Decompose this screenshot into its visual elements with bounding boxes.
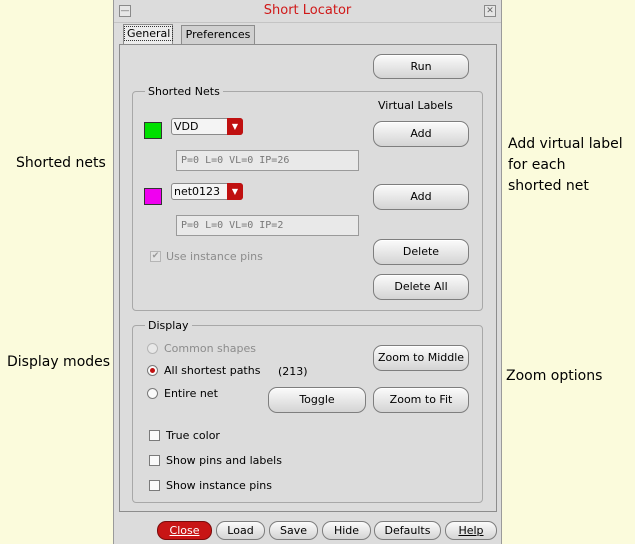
radio-all-shortest-paths-label: All shortest paths	[164, 364, 261, 377]
hide-button[interactable]: Hide	[322, 521, 371, 540]
tab-preferences[interactable]: Preferences	[181, 25, 255, 44]
net-select[interactable]: net0123 ▼	[171, 183, 243, 200]
close-window-icon[interactable]: ✕	[484, 5, 496, 17]
show-pins-and-labels-checkbox[interactable]	[149, 455, 160, 466]
virtual-labels-heading: Virtual Labels	[378, 99, 453, 112]
load-button[interactable]: Load	[216, 521, 265, 540]
tab-general[interactable]: General	[123, 24, 174, 44]
radio-common-shapes[interactable]	[147, 343, 158, 354]
zoom-to-fit-button[interactable]: Zoom to Fit	[373, 387, 469, 413]
chevron-down-icon[interactable]: ▼	[227, 183, 243, 200]
zoom-to-middle-button[interactable]: Zoom to Middle	[373, 345, 469, 371]
radio-all-shortest-paths[interactable]	[147, 365, 158, 376]
shorted-nets-legend: Shorted Nets	[148, 85, 220, 98]
use-instance-pins-checkbox[interactable]: ✔	[150, 251, 161, 262]
title-bar[interactable]: — Short Locator ✕	[114, 0, 501, 23]
true-color-label: True color	[166, 429, 220, 442]
window-title: Short Locator	[263, 3, 352, 18]
true-color-checkbox[interactable]	[149, 430, 160, 441]
annotation-virtual-label-line2: for each	[508, 157, 566, 173]
save-button[interactable]: Save	[269, 521, 318, 540]
annotation-virtual-label-line1: Add virtual label	[508, 136, 623, 152]
defaults-button[interactable]: Defaults	[374, 521, 441, 540]
net-info-field: P=0 L=0 VL=0 IP=26	[176, 150, 359, 171]
run-button[interactable]: Run	[373, 54, 469, 79]
net-info-field: P=0 L=0 VL=0 IP=2	[176, 215, 359, 236]
annotation-virtual-label-line3: shorted net	[508, 178, 589, 194]
annotation-shorted-nets: Shorted nets	[16, 155, 106, 171]
show-instance-pins-label: Show instance pins	[166, 479, 273, 492]
short-locator-dialog: — Short Locator ✕ General Preferences Ru…	[113, 0, 502, 544]
net-select[interactable]: VDD ▼	[171, 118, 243, 135]
radio-common-shapes-label: Common shapes	[164, 342, 256, 355]
help-button[interactable]: Help	[445, 521, 497, 540]
radio-entire-net-label: Entire net	[164, 387, 218, 400]
delete-all-button[interactable]: Delete All	[373, 274, 469, 300]
net-color-swatch[interactable]	[144, 122, 162, 139]
annotation-display-modes: Display modes	[7, 354, 111, 370]
add-virtual-label-button[interactable]: Add	[373, 121, 469, 147]
use-instance-pins-label: Use instance pins	[166, 250, 263, 263]
radio-entire-net[interactable]	[147, 388, 158, 399]
delete-button[interactable]: Delete	[373, 239, 469, 265]
annotation-zoom-options: Zoom options	[506, 368, 603, 384]
general-panel: Run Shorted Nets Virtual Labels VDD ▼ Ad…	[119, 44, 497, 512]
toggle-button[interactable]: Toggle	[268, 387, 366, 413]
close-button[interactable]: Close	[157, 521, 212, 540]
path-count: (213)	[278, 365, 308, 378]
show-instance-pins-checkbox[interactable]	[149, 480, 160, 491]
display-legend: Display	[148, 319, 189, 332]
net-color-swatch[interactable]	[144, 188, 162, 205]
chevron-down-icon[interactable]: ▼	[227, 118, 243, 135]
show-pins-and-labels-label: Show pins and labels	[166, 454, 282, 467]
add-virtual-label-button[interactable]: Add	[373, 184, 469, 210]
